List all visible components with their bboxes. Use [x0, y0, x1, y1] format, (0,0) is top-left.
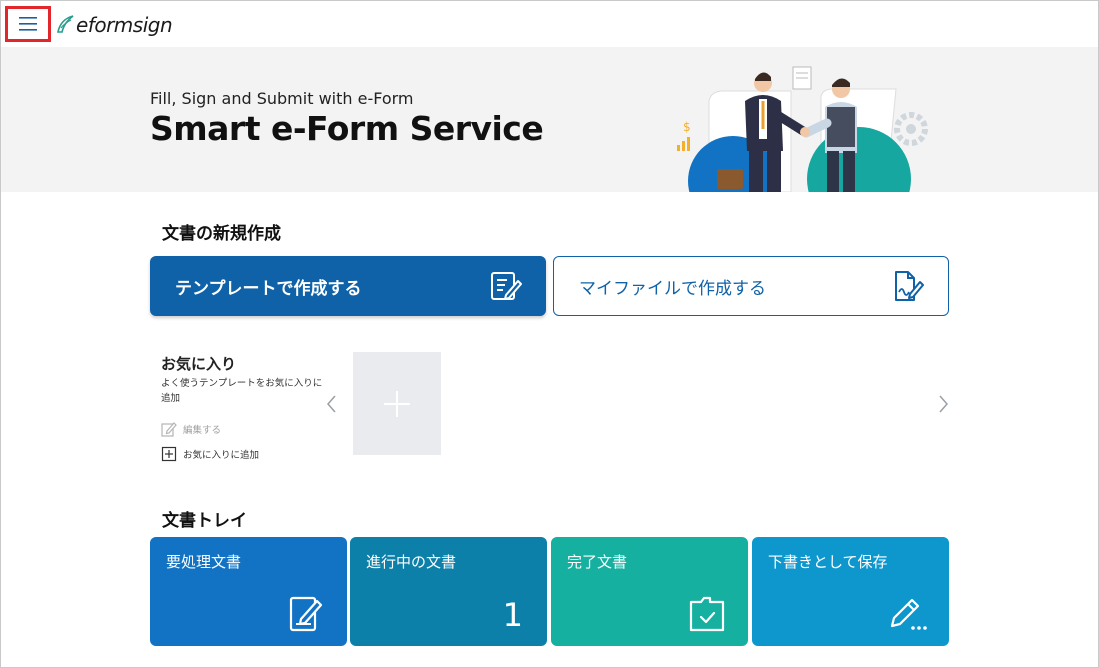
add-favorite-tile[interactable]	[353, 352, 441, 455]
handshake-illustration: $	[677, 66, 928, 192]
top-bar: eformsign	[1, 1, 1098, 47]
tray-tile-label: 要処理文書	[166, 553, 242, 571]
plus-box-icon	[161, 446, 177, 462]
create-from-myfile-button[interactable]: マイファイルで作成する	[553, 256, 949, 316]
create-from-template-label: テンプレートで作成する	[175, 278, 362, 299]
tray-tile-completed[interactable]: 完了文書	[551, 537, 748, 646]
tray-tile-in-progress[interactable]: 進行中の文書 1	[350, 537, 547, 646]
tray-tile-label: 進行中の文書	[366, 553, 457, 571]
edit-icon	[161, 421, 177, 437]
tray-tile-label: 下書きとして保存	[768, 553, 888, 571]
create-from-template-button[interactable]: テンプレートで作成する	[150, 256, 546, 316]
in-progress-count: 1	[502, 596, 523, 634]
favorites-add-label: お気に入りに追加	[183, 450, 260, 461]
create-from-myfile-label: マイファイルで作成する	[579, 278, 766, 299]
hamburger-icon	[19, 17, 37, 31]
menu-button[interactable]	[5, 6, 51, 42]
favorites-edit-label: 編集する	[183, 425, 222, 436]
pencil-dots-icon	[889, 594, 927, 634]
favorites-edit-link[interactable]: 編集する	[161, 421, 221, 437]
hero-title: Smart e-Form Service	[150, 109, 544, 148]
favorites-title: お気に入り	[161, 355, 237, 373]
new-document-heading: 文書の新規作成	[162, 224, 281, 244]
tray-tile-drafts[interactable]: 下書きとして保存	[752, 537, 949, 646]
document-tray-heading: 文書トレイ	[162, 511, 247, 531]
logo-leaf-icon	[57, 15, 74, 33]
svg-text:$: $	[683, 120, 691, 134]
carousel-next-button[interactable]	[936, 394, 950, 414]
chevron-right-icon	[939, 395, 948, 413]
template-edit-icon	[490, 271, 522, 301]
hero-subtitle: Fill, Sign and Submit with e-Form	[150, 89, 414, 108]
favorites-add-link[interactable]: お気に入りに追加	[161, 446, 259, 462]
edit-document-icon	[287, 594, 325, 634]
favorites-description: よく使うテンプレートをお気に入りに追加	[161, 378, 323, 404]
tray-tile-label: 完了文書	[567, 553, 628, 571]
file-sign-icon	[892, 270, 924, 302]
logo[interactable]: eformsign	[56, 12, 173, 38]
plus-icon	[384, 390, 410, 417]
chevron-left-icon	[327, 395, 336, 413]
carousel-prev-button[interactable]	[325, 394, 339, 414]
logo-text: eformsign	[76, 13, 173, 37]
folder-check-icon	[688, 594, 726, 634]
hero-banner: Fill, Sign and Submit with e-Form Smart …	[1, 47, 1098, 192]
tray-tile-action-required[interactable]: 要処理文書	[150, 537, 347, 646]
